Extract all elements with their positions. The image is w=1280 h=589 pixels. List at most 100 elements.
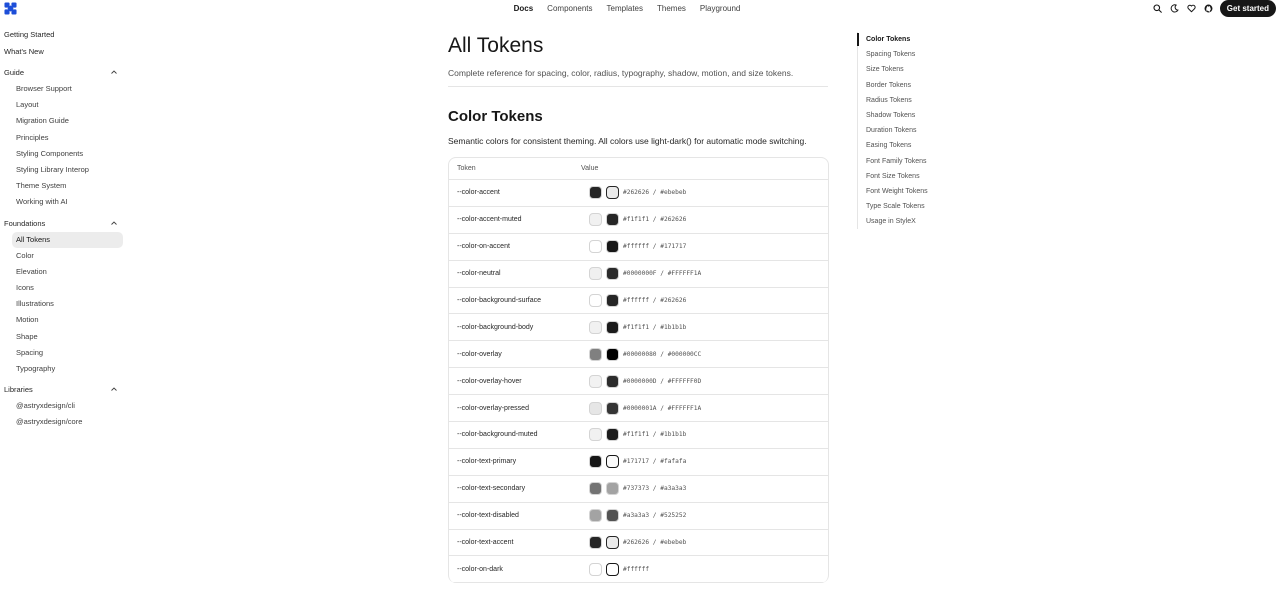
light-swatch: [589, 294, 602, 307]
section-description: Semantic colors for consistent theming. …: [448, 136, 807, 146]
sidebar-item-icons[interactable]: Icons: [0, 280, 123, 296]
toc-item-font-weight-tokens[interactable]: Font Weight Tokens: [858, 184, 957, 199]
sidebar-section-libraries[interactable]: Libraries: [0, 381, 126, 398]
dark-swatch: [606, 482, 619, 496]
sidebar: Getting Started What's New Guide Browser Su…: [0, 26, 126, 431]
dark-swatch: [606, 213, 619, 227]
sidebar-item-getting-started[interactable]: Getting Started: [0, 26, 126, 43]
token-name: --color-background-surface: [457, 297, 542, 304]
token-name: --color-text-primary: [457, 458, 517, 466]
sidebar-item-astryxdesign-core[interactable]: @astryxdesign/core: [0, 414, 123, 430]
dark-swatch: [606, 320, 619, 334]
get-started-button[interactable]: Get started: [1219, 0, 1276, 17]
light-swatch: [589, 267, 602, 281]
table-row: --color-background-body #f1f1f1 / #1b1b1b: [449, 314, 828, 342]
toc-item-spacing-tokens[interactable]: Spacing Tokens: [858, 47, 957, 62]
sidebar-item-styling-components[interactable]: Styling Components: [0, 146, 123, 162]
sidebar-item-shape[interactable]: Shape: [0, 329, 123, 345]
token-value-cell: #171717 / #fafafa: [589, 455, 687, 469]
sidebar-section-label: Guide: [4, 68, 25, 77]
nav-themes[interactable]: Themes: [650, 0, 693, 17]
light-swatch: [589, 482, 602, 496]
token-name: --color-overlay: [457, 350, 502, 358]
sidebar-section-guide[interactable]: Guide: [0, 64, 126, 81]
sidebar-item-working-with-ai[interactable]: Working with AI: [0, 194, 123, 210]
table-row: --color-background-surface #ffffff / #262…: [449, 288, 828, 315]
token-value-cell: #f1f1f1 / #1b1b1b: [589, 320, 686, 334]
nav-components[interactable]: Components: [540, 0, 599, 17]
token-value: #171717 / #fafafa: [623, 458, 687, 466]
table-row: --color-overlay #00000080 / #000000CC: [449, 341, 828, 369]
dark-swatch: [606, 509, 619, 523]
light-swatch: [589, 240, 602, 254]
dark-swatch: [606, 455, 619, 469]
toc-item-color-tokens[interactable]: Color Tokens: [857, 32, 957, 47]
token-value-cell: #f1f1f1 / #1b1b1b: [589, 428, 686, 442]
toc-item-font-family-tokens[interactable]: Font Family Tokens: [858, 154, 957, 169]
table-row: --color-on-accent #ffffff / #171717: [449, 234, 828, 261]
table-row: --color-accent #262626 / #ebebeb: [449, 180, 828, 207]
sidebar-item-principles[interactable]: Principles: [0, 130, 123, 146]
search-icon[interactable]: [1149, 0, 1166, 17]
token-value-cell: #ffffff: [589, 562, 649, 576]
sidebar-item-styling-library-interop[interactable]: Styling Library Interop: [0, 162, 123, 178]
toc-item-easing-tokens[interactable]: Easing Tokens: [858, 138, 957, 153]
token-value: #0000001A / #FFFFFF1A: [623, 404, 702, 412]
token-name: --color-background-muted: [457, 431, 538, 439]
nav-docs[interactable]: Docs: [507, 0, 541, 17]
token-value: #f1f1f1 / #262626: [623, 216, 687, 224]
table-row: --color-neutral #0000000F / #FFFFFF1A: [449, 261, 828, 288]
light-swatch: [589, 455, 602, 469]
nav-playground[interactable]: Playground: [693, 0, 747, 17]
token-value: #00000080 / #000000CC: [623, 350, 702, 358]
sidebar-item-typography[interactable]: Typography: [0, 361, 123, 377]
chevron-up-icon: [111, 220, 117, 225]
heart-icon[interactable]: [1183, 0, 1200, 17]
sidebar-item-theme-system[interactable]: Theme System: [0, 178, 123, 194]
token-value-cell: #ffffff / #262626: [589, 294, 686, 307]
nav-templates[interactable]: Templates: [600, 0, 650, 17]
sidebar-item-layout[interactable]: Layout: [0, 97, 123, 113]
dark-swatch: [606, 374, 619, 388]
sidebar-item-astryxdesign-cli[interactable]: @astryxdesign/cli: [0, 398, 123, 414]
dark-swatch: [606, 562, 619, 576]
token-value-cell: #f1f1f1 / #262626: [589, 213, 687, 227]
toc-item-size-tokens[interactable]: Size Tokens: [858, 62, 957, 77]
column-header-value: Value: [581, 165, 599, 172]
sidebar-item-illustrations[interactable]: Illustrations: [0, 296, 123, 312]
github-icon[interactable]: [1200, 0, 1217, 17]
sidebar-item-what-s-new[interactable]: What's New: [0, 43, 126, 60]
chevron-up-icon: [111, 387, 117, 392]
table-row: --color-text-primary #171717 / #fafafa: [449, 449, 828, 476]
sidebar-item-spacing[interactable]: Spacing: [0, 345, 123, 361]
sidebar-item-motion[interactable]: Motion: [0, 312, 123, 328]
light-swatch: [589, 213, 602, 227]
token-name: --color-text-secondary: [457, 485, 526, 493]
sidebar-item-color[interactable]: Color: [0, 248, 123, 264]
sidebar-item-all-tokens[interactable]: All Tokens: [12, 231, 123, 248]
light-swatch: [589, 562, 602, 576]
light-swatch: [589, 509, 602, 523]
sidebar-item-elevation[interactable]: Elevation: [0, 264, 123, 280]
sidebar-item-browser-support[interactable]: Browser Support: [0, 81, 123, 97]
toc-item-shadow-tokens[interactable]: Shadow Tokens: [858, 108, 957, 123]
light-swatch: [589, 347, 602, 361]
chevron-up-icon: [111, 70, 117, 74]
table-of-contents: Color Tokens Spacing Tokens Size Tokens Bor…: [857, 32, 957, 229]
sidebar-item-migration-guide[interactable]: Migration Guide: [0, 113, 123, 129]
moon-icon[interactable]: [1166, 0, 1183, 17]
toc-item-duration-tokens[interactable]: Duration Tokens: [858, 123, 957, 138]
toc-item-border-tokens[interactable]: Border Tokens: [858, 78, 957, 93]
toc-item-font-size-tokens[interactable]: Font Size Tokens: [858, 169, 957, 184]
dark-swatch: [606, 294, 619, 307]
table-row: --color-overlay-pressed #0000001A / #FFFF…: [449, 395, 828, 423]
sidebar-section-label: Libraries: [4, 385, 33, 395]
token-value-cell: #0000001A / #FFFFFF1A: [589, 401, 702, 415]
sidebar-section-foundations[interactable]: Foundations: [0, 215, 126, 232]
token-name: --color-accent-muted: [457, 216, 522, 224]
token-value: #0000000D / #FFFFFF0D: [623, 377, 702, 385]
toc-item-type-scale-tokens[interactable]: Type Scale Tokens: [858, 199, 957, 214]
dark-swatch: [606, 186, 619, 200]
toc-item-radius-tokens[interactable]: Radius Tokens: [858, 93, 957, 108]
toc-item-usage-in-stylex[interactable]: Usage in StyleX: [858, 214, 957, 229]
